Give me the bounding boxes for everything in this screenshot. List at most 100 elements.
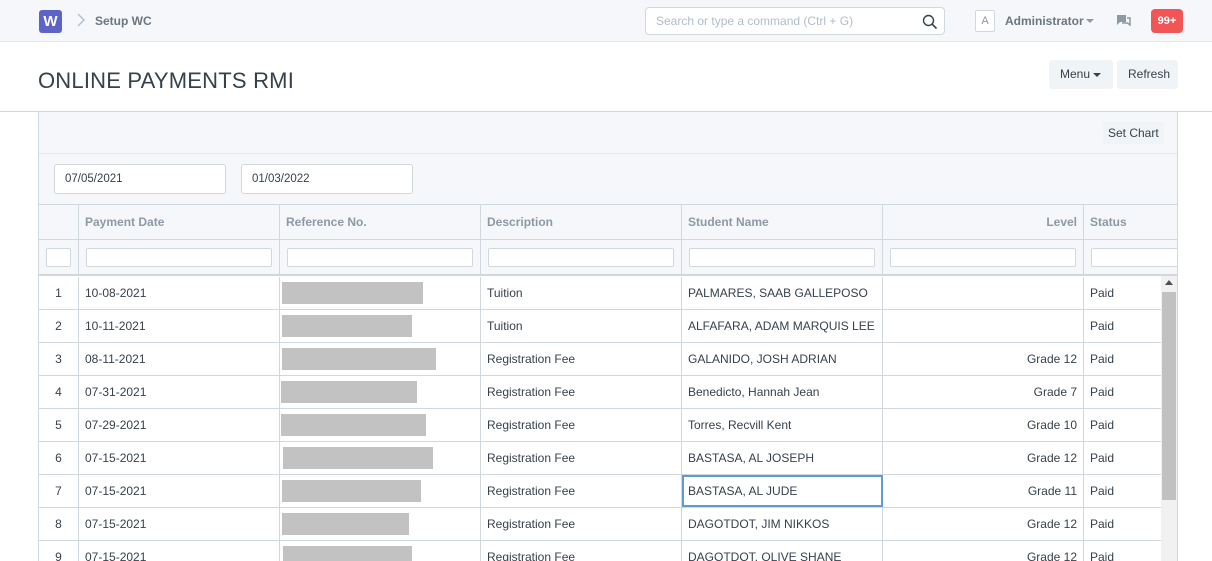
level-cell[interactable]: Grade 12 bbox=[883, 343, 1084, 375]
menu-button[interactable]: Menu bbox=[1049, 60, 1113, 89]
filter-input-student-name[interactable] bbox=[689, 248, 875, 267]
level-cell[interactable]: Grade 7 bbox=[883, 376, 1084, 408]
column-header-status[interactable]: Status bbox=[1084, 205, 1177, 239]
app-logo[interactable]: W bbox=[39, 10, 62, 33]
scroll-up-arrow-icon[interactable] bbox=[1165, 280, 1173, 285]
grid-scrollbar[interactable] bbox=[1161, 276, 1177, 561]
breadcrumb-setup-wc[interactable]: Setup WC bbox=[95, 14, 152, 28]
top-navbar: W Setup WC A Administrator 99+ bbox=[0, 0, 1212, 42]
filter-input-level[interactable] bbox=[890, 248, 1076, 267]
redacted-block bbox=[282, 282, 423, 304]
payment-date-cell[interactable]: 07-31-2021 bbox=[79, 376, 280, 408]
description-cell[interactable]: Registration Fee bbox=[481, 475, 682, 507]
filter-cell bbox=[79, 240, 280, 274]
description-cell[interactable]: Registration Fee bbox=[481, 541, 682, 561]
row-number: 7 bbox=[39, 475, 79, 507]
level-cell[interactable]: Grade 12 bbox=[883, 508, 1084, 540]
reference-no-cell[interactable] bbox=[280, 310, 481, 342]
table-row[interactable]: 1 10-08-2021 Tuition PALMARES, SAAB GALL… bbox=[39, 277, 1177, 310]
level-cell[interactable]: Grade 10 bbox=[883, 409, 1084, 441]
description-cell[interactable]: Tuition bbox=[481, 277, 682, 309]
description-cell[interactable]: Registration Fee bbox=[481, 343, 682, 375]
description-cell[interactable]: Registration Fee bbox=[481, 409, 682, 441]
student-name-cell[interactable]: BASTASA, AL JOSEPH bbox=[682, 442, 883, 474]
table-row[interactable]: 2 10-11-2021 Tuition ALFAFARA, ADAM MARQ… bbox=[39, 310, 1177, 343]
payment-date-cell[interactable]: 10-11-2021 bbox=[79, 310, 280, 342]
description-cell[interactable]: Registration Fee bbox=[481, 508, 682, 540]
reference-no-cell[interactable] bbox=[280, 541, 481, 561]
student-name-cell[interactable]: BASTASA, AL JUDE bbox=[682, 475, 883, 507]
refresh-button[interactable]: Refresh bbox=[1117, 60, 1178, 89]
column-header-level[interactable]: Level bbox=[883, 205, 1084, 239]
row-number-header bbox=[39, 205, 79, 239]
redacted-block bbox=[282, 480, 421, 502]
row-number: 4 bbox=[39, 376, 79, 408]
column-header-student-name[interactable]: Student Name bbox=[682, 205, 883, 239]
user-menu[interactable]: Administrator bbox=[1005, 14, 1084, 28]
level-cell[interactable]: Grade 11 bbox=[883, 475, 1084, 507]
description-cell[interactable]: Tuition bbox=[481, 310, 682, 342]
description-cell[interactable]: Registration Fee bbox=[481, 442, 682, 474]
row-number: 9 bbox=[39, 541, 79, 561]
reference-no-cell[interactable] bbox=[280, 508, 481, 540]
payment-date-cell[interactable]: 07-29-2021 bbox=[79, 409, 280, 441]
row-number: 6 bbox=[39, 442, 79, 474]
description-cell[interactable]: Registration Fee bbox=[481, 376, 682, 408]
set-chart-button[interactable]: Set Chart bbox=[1103, 122, 1164, 144]
filter-input-description[interactable] bbox=[488, 248, 674, 267]
filter-input-rownum[interactable] bbox=[46, 248, 71, 267]
reference-no-cell[interactable] bbox=[280, 475, 481, 507]
level-cell[interactable] bbox=[883, 310, 1084, 342]
chevron-down-icon[interactable] bbox=[1086, 19, 1094, 23]
payment-date-cell[interactable]: 07-15-2021 bbox=[79, 442, 280, 474]
student-name-cell[interactable]: ALFAFARA, ADAM MARQUIS LEE bbox=[682, 310, 883, 342]
level-cell[interactable] bbox=[883, 277, 1084, 309]
notifications-badge[interactable]: 99+ bbox=[1151, 9, 1183, 33]
reference-no-cell[interactable] bbox=[280, 277, 481, 309]
column-header-reference-no[interactable]: Reference No. bbox=[280, 205, 481, 239]
table-row[interactable]: 4 07-31-2021 Registration Fee Benedicto,… bbox=[39, 376, 1177, 409]
student-name-cell[interactable]: Benedicto, Hannah Jean bbox=[682, 376, 883, 408]
filter-cell bbox=[481, 240, 682, 274]
scrollbar-thumb[interactable] bbox=[1162, 292, 1176, 500]
student-name-cell[interactable]: DAGOTDOT, OLIVE SHANE bbox=[682, 541, 883, 561]
student-name-cell[interactable]: GALANIDO, JOSH ADRIAN bbox=[682, 343, 883, 375]
payment-date-cell[interactable]: 07-15-2021 bbox=[79, 508, 280, 540]
reference-no-cell[interactable] bbox=[280, 442, 481, 474]
search-icon[interactable] bbox=[922, 14, 938, 30]
table-row[interactable]: 6 07-15-2021 Registration Fee BASTASA, A… bbox=[39, 442, 1177, 475]
student-name-cell[interactable]: PALMARES, SAAB GALLEPOSO bbox=[682, 277, 883, 309]
column-header-description[interactable]: Description bbox=[481, 205, 682, 239]
redacted-block bbox=[283, 546, 412, 561]
filter-input-payment-date[interactable] bbox=[86, 248, 272, 267]
filter-cell bbox=[1084, 240, 1177, 274]
page-title: ONLINE PAYMENTS RMI bbox=[38, 68, 295, 93]
student-name-cell[interactable]: DAGOTDOT, JIM NIKKOS bbox=[682, 508, 883, 540]
search-input[interactable] bbox=[656, 14, 916, 28]
reference-no-cell[interactable] bbox=[280, 376, 481, 408]
student-name-cell[interactable]: Torres, Recvill Kent bbox=[682, 409, 883, 441]
avatar[interactable]: A bbox=[975, 10, 995, 32]
reference-no-cell[interactable] bbox=[280, 409, 481, 441]
payment-date-cell[interactable]: 07-15-2021 bbox=[79, 475, 280, 507]
column-header-payment-date[interactable]: Payment Date bbox=[79, 205, 280, 239]
reference-no-cell[interactable] bbox=[280, 343, 481, 375]
to-date-field[interactable]: 01/03/2022 bbox=[241, 164, 413, 194]
table-row[interactable]: 8 07-15-2021 Registration Fee DAGOTDOT, … bbox=[39, 508, 1177, 541]
from-date-field[interactable]: 07/05/2021 bbox=[54, 164, 226, 194]
search-bar[interactable] bbox=[645, 7, 945, 35]
table-row[interactable]: 9 07-15-2021 Registration Fee DAGOTDOT, … bbox=[39, 541, 1177, 561]
payment-date-cell[interactable]: 08-11-2021 bbox=[79, 343, 280, 375]
filter-input-reference-no[interactable] bbox=[287, 248, 473, 267]
payment-date-cell[interactable]: 07-15-2021 bbox=[79, 541, 280, 561]
filter-input-status[interactable] bbox=[1091, 248, 1177, 267]
payment-date-cell[interactable]: 10-08-2021 bbox=[79, 277, 280, 309]
level-cell[interactable]: Grade 12 bbox=[883, 442, 1084, 474]
level-cell[interactable]: Grade 12 bbox=[883, 541, 1084, 561]
table-row[interactable]: 5 07-29-2021 Registration Fee Torres, Re… bbox=[39, 409, 1177, 442]
table-row[interactable]: 7 07-15-2021 Registration Fee BASTASA, A… bbox=[39, 475, 1177, 508]
chat-icon[interactable] bbox=[1116, 14, 1131, 28]
chevron-right-icon bbox=[77, 13, 85, 27]
redacted-block bbox=[282, 513, 409, 535]
table-row[interactable]: 3 08-11-2021 Registration Fee GALANIDO, … bbox=[39, 343, 1177, 376]
